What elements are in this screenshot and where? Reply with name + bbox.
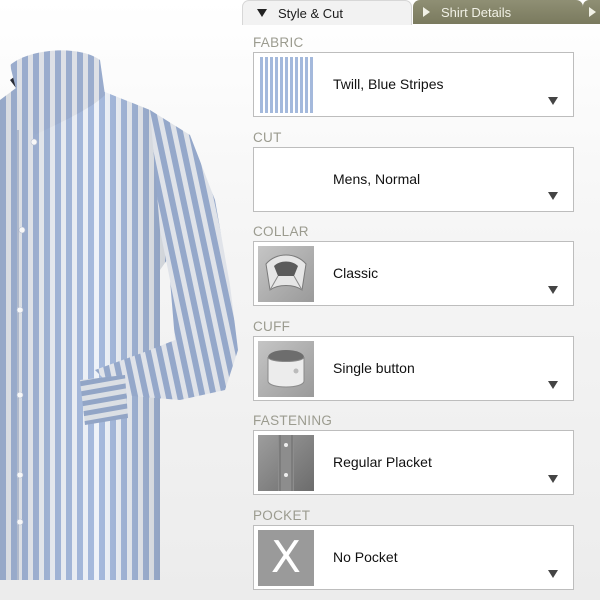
cut-value: Mens, Normal	[333, 170, 421, 187]
option-label-collar: COLLAR	[253, 224, 309, 239]
dropdown-arrow-icon	[548, 97, 558, 105]
option-label-cuff: CUFF	[253, 318, 291, 334]
dropdown-arrow-icon	[548, 569, 558, 578]
shirt-preview	[0, 40, 245, 585]
tab-shirt-details-label: Shirt Details	[441, 4, 512, 20]
triangle-down-icon	[257, 9, 267, 17]
tab-style-cut[interactable]: Style & Cut	[242, 0, 412, 25]
tab-bar: Style & Cut Shirt Details	[240, 0, 600, 25]
dropdown-arrow-icon	[548, 191, 558, 200]
option-group-pocket: POCKET X No Pocket	[253, 506, 578, 600]
option-group-cuff: CUFF Single button	[253, 317, 578, 412]
tab-shirt-details[interactable]: Shirt Details	[413, 0, 583, 24]
collar-thumbnail	[258, 246, 314, 302]
options-panel: FABRIC Twill, Blue Stripes CUT Mens, Nor…	[253, 33, 578, 600]
dropdown-arrow-icon	[548, 286, 558, 294]
dropdown-arrow-icon	[548, 475, 558, 483]
cut-select[interactable]: Mens, Normal	[253, 146, 574, 212]
cuff-value: Single button	[333, 359, 415, 376]
dropdown-arrow-icon	[548, 380, 558, 389]
collar-select[interactable]: Classic	[253, 241, 574, 306]
option-label-fabric: FABRIC	[253, 35, 304, 50]
tab-next[interactable]	[583, 0, 600, 24]
option-label-pocket: POCKET	[253, 507, 311, 523]
cuff-select[interactable]: Single button	[253, 335, 574, 401]
cuff-thumbnail	[258, 340, 314, 397]
option-group-collar: COLLAR Classic	[253, 222, 578, 317]
no-pocket-icon: X	[258, 529, 314, 586]
pocket-value: No Pocket	[333, 548, 398, 565]
pocket-select[interactable]: X No Pocket	[253, 524, 574, 590]
collar-value: Classic	[333, 265, 379, 281]
fabric-value: Twill, Blue Stripes	[333, 76, 444, 92]
fastening-value: Regular Placket	[333, 454, 432, 470]
option-label-cut: CUT	[253, 129, 282, 145]
option-group-fastening: FASTENING Regular Placket	[253, 411, 578, 506]
option-label-fastening: FASTENING	[253, 413, 333, 428]
fabric-select[interactable]: Twill, Blue Stripes	[253, 52, 574, 117]
triangle-right-icon	[423, 7, 430, 17]
fastening-select[interactable]: Regular Placket	[253, 430, 574, 495]
option-group-cut: CUT Mens, Normal	[253, 128, 578, 223]
triangle-right-icon	[589, 7, 596, 17]
shirt-image	[0, 50, 238, 580]
fabric-swatch-thumbnail	[258, 57, 314, 113]
option-group-fabric: FABRIC Twill, Blue Stripes	[253, 33, 578, 128]
placket-thumbnail	[258, 435, 314, 491]
tab-style-cut-label: Style & Cut	[278, 5, 344, 21]
